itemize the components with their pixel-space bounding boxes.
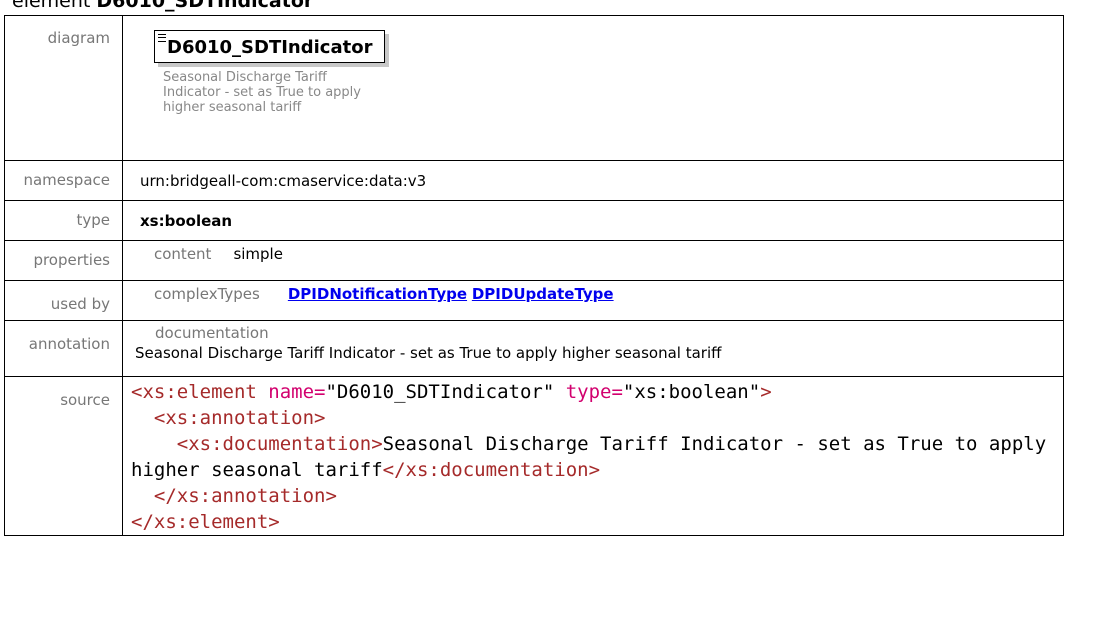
page-title: element D6010_SDTIndicator: [12, 0, 313, 14]
src-l1-attr2: type=: [554, 381, 623, 403]
type-value: xs:boolean: [122, 200, 1064, 241]
src-l1-val2: "xs:boolean": [622, 381, 761, 403]
link-dpid-notification-type[interactable]: DPIDNotificationType: [288, 285, 467, 303]
page-title-prefix: element: [12, 0, 97, 12]
row-source: source <xs:element name="D6010_SDTIndica…: [4, 376, 1064, 536]
link-dpid-update-type[interactable]: DPIDUpdateType: [472, 285, 614, 303]
row-used-by: used by complexTypes DPIDNotificationType…: [4, 280, 1064, 321]
label-diagram: diagram: [4, 15, 123, 161]
source-cell: <xs:element name="D6010_SDTIndicator" ty…: [122, 376, 1064, 536]
properties-cell: content simple: [122, 240, 1064, 281]
annotation-key: documentation: [155, 324, 269, 342]
label-used-by: used by: [4, 280, 123, 321]
src-l2: <xs:annotation>: [153, 407, 326, 429]
row-annotation: annotation documentation Seasonal Discha…: [4, 320, 1064, 377]
row-type: type xs:boolean: [4, 200, 1064, 241]
src-l3-close: </xs:documentation>: [382, 459, 601, 481]
src-l5: </xs:element>: [131, 511, 280, 533]
used-by-cell: complexTypes DPIDNotificationType DPIDUpd…: [122, 280, 1064, 321]
element-diagram: D6010_SDTIndicator Seasonal Discharge Ta…: [154, 30, 1063, 115]
label-source: source: [4, 376, 123, 536]
element-box-name: D6010_SDTIndicator: [167, 37, 373, 58]
used-by-key: complexTypes: [154, 285, 260, 303]
row-namespace: namespace urn:bridgeall-com:cmaservice:d…: [4, 160, 1064, 201]
element-lines-icon: [158, 34, 166, 42]
source-code: <xs:element name="D6010_SDTIndicator" ty…: [131, 379, 1063, 535]
properties-key: content: [154, 245, 212, 263]
src-l1-attr1: name=: [268, 381, 326, 403]
element-box[interactable]: D6010_SDTIndicator: [154, 30, 386, 63]
page-title-name: D6010_SDTIndicator: [96, 0, 314, 12]
src-l1-val1: "D6010_SDTIndicator": [325, 381, 555, 403]
row-properties: properties content simple: [4, 240, 1064, 281]
src-l1-close: >: [760, 381, 772, 403]
label-properties: properties: [4, 240, 123, 281]
label-namespace: namespace: [4, 160, 123, 201]
properties-value: simple: [233, 245, 283, 263]
src-l3-open: <xs:documentation>: [176, 433, 383, 455]
label-type: type: [4, 200, 123, 241]
label-annotation: annotation: [4, 320, 123, 377]
src-l1-open: <xs:element: [131, 381, 269, 403]
annotation-value: Seasonal Discharge Tariff Indicator - se…: [135, 344, 722, 362]
annotation-cell: documentation Seasonal Discharge Tariff …: [122, 320, 1064, 377]
namespace-value: urn:bridgeall-com:cmaservice:data:v3: [122, 160, 1064, 201]
element-box-doc: Seasonal Discharge Tariff Indicator - se…: [163, 70, 361, 115]
src-l4: </xs:annotation>: [153, 485, 337, 507]
diagram-cell: D6010_SDTIndicator Seasonal Discharge Ta…: [122, 15, 1064, 161]
element-doc-table: diagram D6010_SDTIndicator Seasonal Disc…: [4, 15, 1064, 536]
row-diagram: diagram D6010_SDTIndicator Seasonal Disc…: [4, 15, 1064, 161]
